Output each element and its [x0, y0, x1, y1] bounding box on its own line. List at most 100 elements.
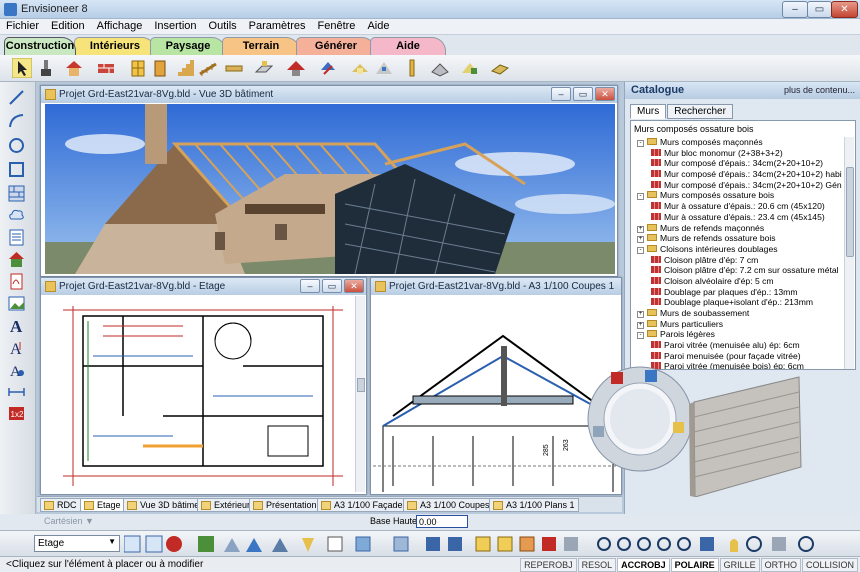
expand-toggle-icon[interactable]: +: [637, 311, 644, 318]
house-symbol-icon[interactable]: [7, 250, 26, 269]
level-select[interactable]: Etage ▼: [34, 535, 120, 552]
fit-page-icon[interactable]: [700, 537, 714, 551]
door-tool-icon[interactable]: [150, 58, 170, 78]
catalog-item[interactable]: Cloison plâtre d'ép: 7 cm: [637, 255, 842, 266]
walkthrough-icon[interactable]: [772, 537, 786, 551]
menu-fenetre[interactable]: Fenêtre: [312, 19, 362, 32]
maximize-button[interactable]: ▭: [807, 1, 832, 18]
viewtab-etage[interactable]: Etage: [80, 498, 125, 512]
railing-tool-icon[interactable]: [198, 58, 218, 78]
zoom-previous-icon[interactable]: [677, 537, 691, 551]
cartesian-toggle[interactable]: Cartésien ▼: [44, 516, 94, 526]
flag-reperobj[interactable]: REPEROBJ: [520, 558, 577, 572]
render-icon[interactable]: [448, 537, 462, 551]
line-tool-icon[interactable]: [7, 88, 26, 107]
catalog-item[interactable]: Cloison alvéolaire d'ép: 5 cm: [637, 276, 842, 287]
menu-aide[interactable]: Aide: [361, 19, 395, 32]
roof-tool-icon[interactable]: [286, 58, 306, 78]
floor-plan-window[interactable]: Projet Grd-East21var-8Vg.bld - Etage – ▭…: [40, 277, 367, 495]
dimension-tool-icon[interactable]: [7, 382, 26, 401]
roof-edit-icon[interactable]: [318, 58, 338, 78]
view-3d-minimize[interactable]: –: [551, 87, 571, 101]
tab-generer[interactable]: Générer: [296, 37, 376, 55]
menu-insertion[interactable]: Insertion: [148, 19, 202, 32]
minimize-button[interactable]: –: [782, 1, 808, 18]
close-button[interactable]: ✕: [831, 1, 858, 18]
menu-edition[interactable]: Edition: [45, 19, 91, 32]
layers-icon[interactable]: [198, 536, 214, 552]
catalog-item[interactable]: + Murs particuliers: [637, 319, 842, 330]
catalog-item[interactable]: Doublage plaque+isolant d'ép.: 213mm: [637, 297, 842, 308]
dormer-tool-icon[interactable]: [350, 58, 370, 78]
navigation-wheel[interactable]: [585, 364, 695, 474]
plan-close[interactable]: ✕: [344, 279, 364, 293]
zoom-in-icon[interactable]: [597, 537, 611, 551]
menu-parametres[interactable]: Paramètres: [243, 19, 312, 32]
view-3d-restore[interactable]: ▭: [573, 87, 593, 101]
catalog-item[interactable]: Mur à ossature d'épais.: 23.4 cm (45x145…: [637, 212, 842, 223]
roof-view-icon[interactable]: [272, 538, 288, 552]
expand-toggle-icon[interactable]: -: [637, 246, 644, 254]
stairs-tool-icon[interactable]: [176, 58, 196, 78]
view-3d-icon[interactable]: [166, 536, 182, 552]
hatch-tool-icon[interactable]: [7, 184, 26, 203]
beam-tool-icon[interactable]: [224, 58, 244, 78]
menu-fichier[interactable]: Fichier: [0, 19, 45, 32]
viewtab-plans[interactable]: A3 1/100 Plans 1: [489, 498, 579, 512]
base-height-input[interactable]: [416, 515, 468, 528]
select-arrow-icon[interactable]: [12, 58, 32, 78]
plan-scrollbar[interactable]: [355, 296, 365, 492]
flag-ortho[interactable]: ORTHO: [760, 558, 801, 572]
nav-orbit-icon[interactable]: [593, 426, 604, 437]
orbit-icon[interactable]: [746, 536, 762, 552]
cube-yellow2-icon[interactable]: [497, 536, 513, 552]
3d-building-render[interactable]: [45, 104, 615, 274]
section-drawing[interactable]: 285 263: [373, 296, 621, 492]
catalog-item[interactable]: Doublage par plaques d'ép.: 13mm: [637, 287, 842, 298]
terrain-edit-icon[interactable]: [460, 58, 480, 78]
catalog-item[interactable]: Mur composé d'épais.: 34cm(2+20+10+2) ha…: [637, 169, 842, 180]
catalog-item[interactable]: + Murs de soubassement: [637, 308, 842, 319]
expand-toggle-icon[interactable]: +: [637, 321, 644, 329]
refresh-icon[interactable]: [798, 536, 814, 552]
cube-grey-icon[interactable]: [564, 537, 578, 551]
zoom-extents-icon[interactable]: [657, 537, 671, 551]
plan-restore[interactable]: ▭: [322, 279, 342, 293]
monitor-icon[interactable]: [426, 537, 440, 551]
plan-minimize[interactable]: –: [300, 279, 320, 293]
tab-interieurs[interactable]: Intérieurs: [74, 37, 156, 55]
image-import-icon[interactable]: [7, 294, 26, 313]
visibility-icon[interactable]: [302, 538, 314, 552]
floor-plan-drawing[interactable]: [43, 296, 351, 492]
flag-polaire[interactable]: POLAIRE: [670, 558, 719, 572]
tab-aide[interactable]: Aide: [370, 37, 446, 55]
catalog-item[interactable]: + Murs de refends maçonnés: [637, 223, 842, 234]
tab-rechercher[interactable]: Rechercher: [667, 104, 733, 119]
catalog-item[interactable]: Paroi vitrée (menuisée alu) ép: 6cm: [637, 340, 842, 351]
elevation-icon[interactable]: [246, 538, 262, 552]
scale-tool-icon[interactable]: 1x2: [7, 404, 26, 423]
cloud-tool-icon[interactable]: [7, 206, 26, 225]
catalog-tree[interactable]: - Murs composés maçonnés Mur bloc monomur …: [637, 137, 842, 369]
catalog-item[interactable]: + Murs de refends ossature bois: [637, 233, 842, 244]
catalog-item[interactable]: - Cloisons intérieures doublages: [637, 244, 842, 255]
circle-tool-icon[interactable]: [7, 136, 26, 155]
skylight-tool-icon[interactable]: [374, 58, 394, 78]
viewtab-coupes[interactable]: A3 1/100 Coupes 1: [403, 498, 502, 512]
cube-view-icon[interactable]: [393, 536, 409, 552]
view-3d-window[interactable]: Projet Grd-East21var-8Vg.bld - Vue 3D bâ…: [40, 85, 618, 277]
arc-tool-icon[interactable]: [7, 112, 26, 131]
tab-paysage[interactable]: Paysage: [150, 37, 226, 55]
wireframe-icon[interactable]: [355, 536, 371, 552]
slab-tool-icon[interactable]: [490, 58, 510, 78]
catalog-item[interactable]: - Murs composés maçonnés: [637, 137, 842, 148]
text-tool-icon[interactable]: A: [7, 316, 26, 335]
expand-toggle-icon[interactable]: +: [637, 236, 644, 244]
catalog-item[interactable]: Mur composé d'épais.: 34cm(2+20+10+2) Gé…: [637, 180, 842, 191]
house-view-icon[interactable]: [224, 538, 240, 552]
menu-affichage[interactable]: Affichage: [91, 19, 149, 32]
wall-tool-icon[interactable]: [96, 58, 116, 78]
flag-accrobj[interactable]: ACCROBJ: [617, 558, 670, 572]
rectangle-tool-icon[interactable]: [7, 160, 26, 179]
catalog-item[interactable]: Mur bloc monomur (2+38+3+2): [637, 148, 842, 159]
